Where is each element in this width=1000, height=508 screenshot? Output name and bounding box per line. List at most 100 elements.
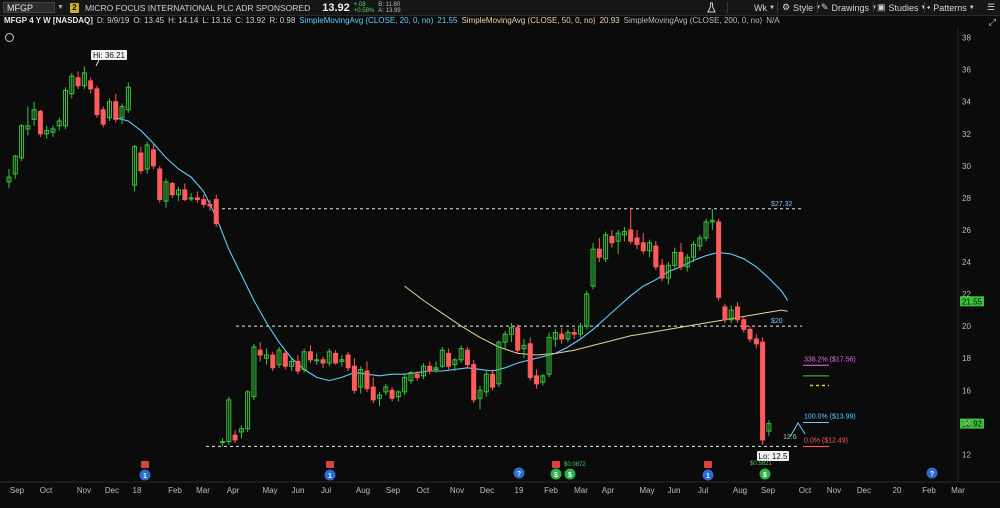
x-tick-label: Jun xyxy=(668,486,681,495)
candle-body xyxy=(320,359,326,364)
x-tick-label: May xyxy=(639,486,654,495)
candle-body xyxy=(201,199,207,205)
candle xyxy=(163,178,169,208)
candle-body xyxy=(351,365,357,391)
candle xyxy=(69,72,75,99)
candle-body xyxy=(515,327,521,351)
candle xyxy=(358,366,364,394)
candle-body xyxy=(282,352,288,367)
candle xyxy=(94,85,100,118)
candle xyxy=(747,326,753,343)
candle xyxy=(37,109,43,137)
x-tick-label: Mar xyxy=(951,486,965,495)
candle-body xyxy=(138,152,144,172)
candle xyxy=(176,186,182,202)
candle-body xyxy=(741,319,747,330)
earnings-event-icon xyxy=(704,461,712,468)
candle xyxy=(647,239,653,258)
candle-body xyxy=(75,77,81,87)
candle xyxy=(194,191,200,203)
y-tick-label: 24 xyxy=(962,258,971,267)
line-price-label: $20 xyxy=(771,318,783,325)
candle xyxy=(760,337,766,445)
info-event-icon-glyph: 1 xyxy=(706,473,710,480)
candle xyxy=(351,358,357,394)
horizontal-lines: $27.32 $20 xyxy=(206,201,802,447)
low-label: Lo: 12.5 xyxy=(759,452,788,461)
info-event-icon-glyph: 1 xyxy=(143,473,147,480)
earnings-event-icon xyxy=(552,461,560,468)
candle-body xyxy=(188,197,194,200)
x-tick-label: Jun xyxy=(292,486,305,495)
candle xyxy=(534,369,540,389)
candle xyxy=(88,77,94,94)
candle xyxy=(571,327,577,339)
sma50-line xyxy=(404,285,788,356)
candle xyxy=(169,181,175,198)
candle xyxy=(377,391,383,407)
x-tick-label: 20 xyxy=(893,486,902,495)
fib-level-label: 0.0% ($12.49) xyxy=(804,438,848,445)
candle-body xyxy=(628,229,634,242)
candle xyxy=(427,361,433,375)
candle xyxy=(282,350,288,370)
x-tick-label: Nov xyxy=(827,486,841,495)
candle xyxy=(628,207,634,245)
candle xyxy=(320,356,326,368)
y-tick-label: 28 xyxy=(962,194,971,203)
candle-body xyxy=(446,352,452,367)
candle-body xyxy=(634,237,640,245)
y-tick-label: 30 xyxy=(962,162,971,171)
candle xyxy=(106,98,112,121)
x-tick-label: Oct xyxy=(40,486,53,495)
candle-body xyxy=(653,245,659,268)
x-tick-label: Nov xyxy=(450,486,464,495)
candle xyxy=(527,337,533,381)
price-chart[interactable]: $27.32 $20 Hi: 36.21 Lo: 12.5 338.2% ($17.5… xyxy=(0,0,1000,508)
candle xyxy=(125,82,131,113)
candle xyxy=(515,324,521,354)
candle-body xyxy=(182,189,188,201)
candle-body xyxy=(596,248,602,258)
x-tick-label: Dec xyxy=(105,486,119,495)
candle xyxy=(326,348,332,367)
candle xyxy=(6,169,12,189)
candle-body xyxy=(370,386,376,401)
axes: 38 36 34 32 30 28 26 24 22 20 18 16 14 12 Sep Oct Nov Dec… xyxy=(0,28,1000,495)
candle xyxy=(709,209,715,230)
candle xyxy=(402,374,408,396)
candle xyxy=(615,229,621,255)
x-tick-label: Aug xyxy=(356,486,370,495)
x-tick-label: May xyxy=(262,486,277,495)
y-tick-label: 12 xyxy=(962,450,971,459)
candle-body xyxy=(747,328,753,340)
y-tick-label: 38 xyxy=(962,34,971,43)
candle xyxy=(119,103,125,125)
candle-body xyxy=(270,354,276,369)
candle-body xyxy=(364,370,370,390)
y-tick-label: 36 xyxy=(962,66,971,75)
y-tick-label: 22 xyxy=(962,290,971,299)
candle xyxy=(634,229,640,250)
candle xyxy=(188,193,194,202)
candle-body xyxy=(659,264,665,279)
x-tick-label: Dec xyxy=(857,486,871,495)
candlesticks xyxy=(6,66,772,447)
candle-body xyxy=(314,359,320,362)
y-tick-label: 34 xyxy=(962,98,971,107)
candle xyxy=(408,371,414,384)
x-tick-label: Apr xyxy=(602,486,615,495)
candle xyxy=(766,420,772,436)
candle xyxy=(678,242,684,271)
candle xyxy=(339,355,345,367)
dividend-amount: $0.5821 xyxy=(750,461,772,467)
candle xyxy=(584,290,590,330)
candle-body xyxy=(716,221,722,298)
candle xyxy=(307,345,313,364)
x-tick-label: Sep xyxy=(386,486,401,495)
candle xyxy=(44,125,50,139)
y-tick-label: 32 xyxy=(962,130,971,139)
candle xyxy=(238,425,244,439)
y-tick-label: 16 xyxy=(962,386,971,395)
annotations: Hi: 36.21 Lo: 12.5 338.2% ($17.56) 100.0% (… xyxy=(91,50,984,481)
